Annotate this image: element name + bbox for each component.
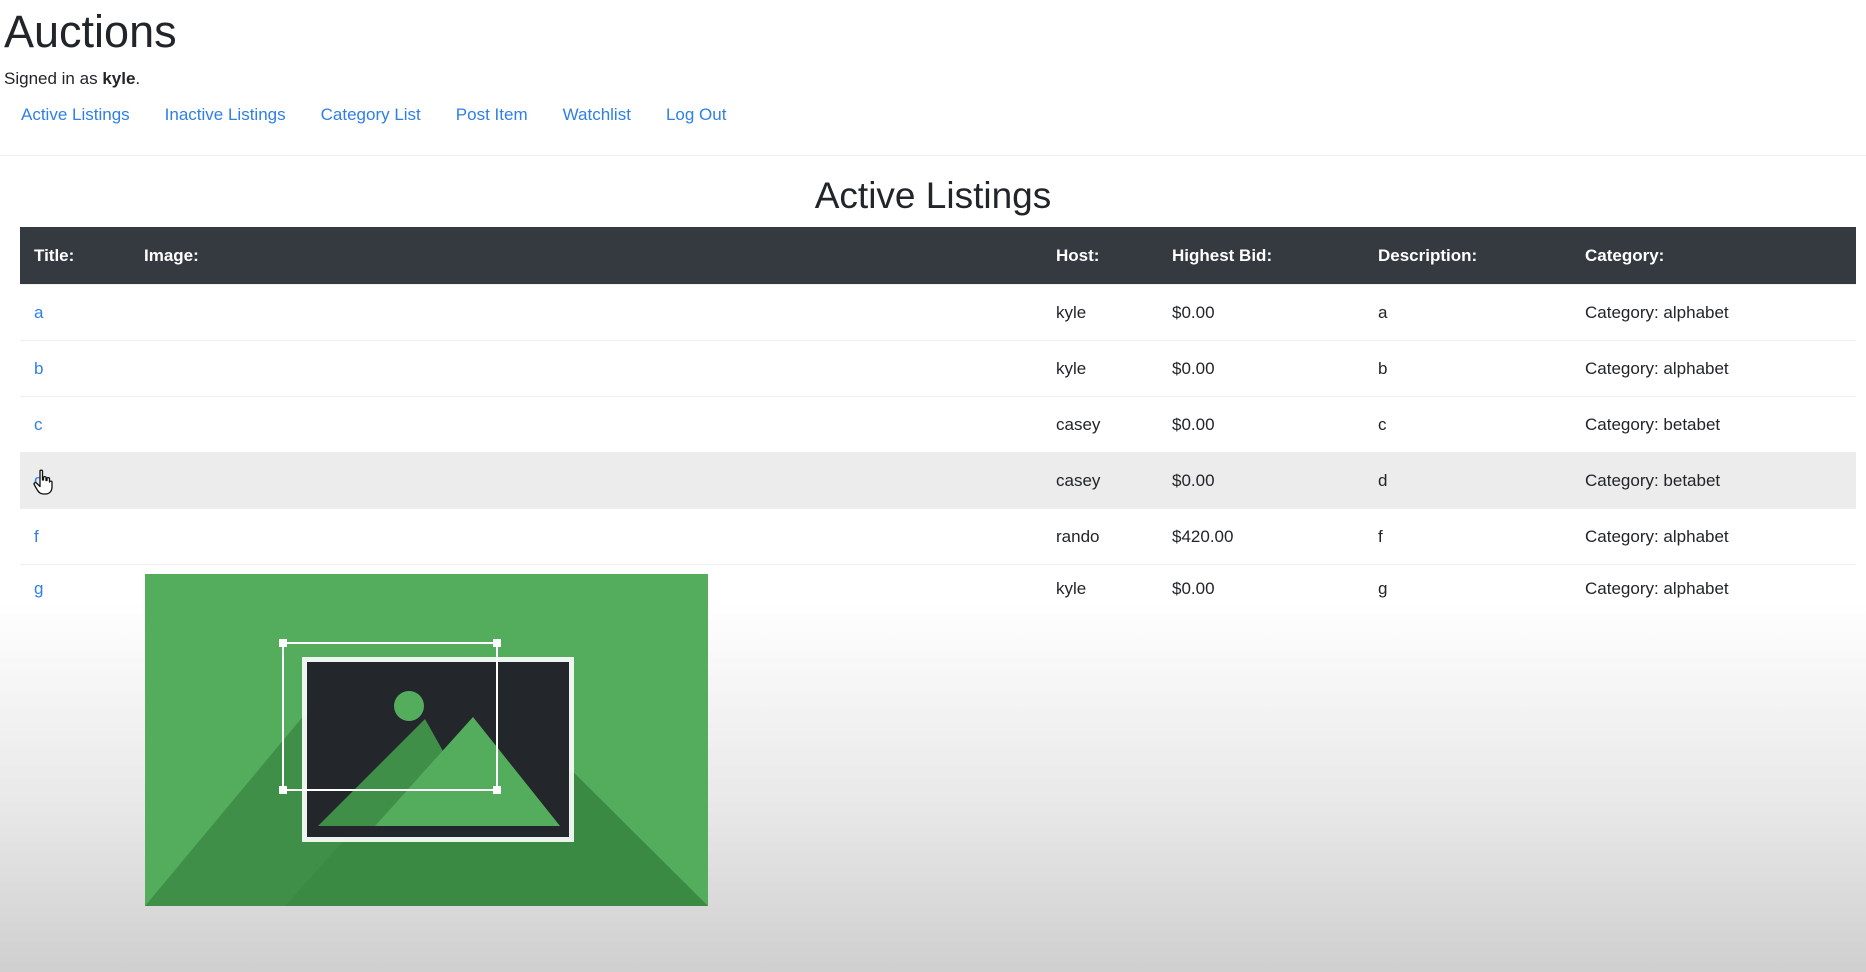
table-row: c casey $0.00 c Category: betabet xyxy=(20,396,1856,453)
cell-host: kyle xyxy=(1042,284,1158,341)
cell-image xyxy=(130,284,1042,341)
cell-description: c xyxy=(1364,396,1571,453)
cell-title: f xyxy=(20,508,130,565)
column-header-category: Category: xyxy=(1571,227,1856,285)
signed-in-username: kyle xyxy=(102,69,136,88)
nav-watchlist[interactable]: Watchlist xyxy=(563,104,631,128)
cell-category: Category: betabet xyxy=(1571,452,1856,509)
nav-active-listings[interactable]: Active Listings xyxy=(21,104,130,128)
main-nav: Active Listings Inactive Listings Catego… xyxy=(21,104,726,128)
cell-host: casey xyxy=(1042,396,1158,453)
cell-title: g xyxy=(20,564,130,634)
cell-category: Category: alphabet xyxy=(1571,340,1856,397)
column-header-description: Description: xyxy=(1364,227,1571,285)
cell-description: b xyxy=(1364,340,1571,397)
nav-log-out[interactable]: Log Out xyxy=(666,104,727,128)
cell-title: d xyxy=(20,452,130,509)
cell-image xyxy=(130,452,1042,509)
listing-title-link[interactable]: f xyxy=(34,527,39,546)
cell-image xyxy=(130,396,1042,453)
nav-inactive-listings[interactable]: Inactive Listings xyxy=(165,104,286,128)
cell-category: Category: betabet xyxy=(1571,396,1856,453)
cell-highest-bid: $0.00 xyxy=(1158,452,1364,509)
column-header-host: Host: xyxy=(1042,227,1158,285)
listing-image xyxy=(145,574,708,906)
listing-title-link[interactable]: a xyxy=(34,303,43,322)
signed-in-suffix: . xyxy=(135,69,141,88)
column-header-highest-bid: Highest Bid: xyxy=(1158,227,1364,285)
cell-host: casey xyxy=(1042,452,1158,509)
cell-highest-bid: $0.00 xyxy=(1158,564,1364,634)
column-header-image: Image: xyxy=(130,227,1042,285)
cell-title: c xyxy=(20,396,130,453)
site-title: Auctions xyxy=(4,6,177,57)
cell-host: rando xyxy=(1042,508,1158,565)
table-row: f rando $420.00 f Category: alphabet xyxy=(20,508,1856,565)
nav-category-list[interactable]: Category List xyxy=(321,104,421,128)
cell-description: d xyxy=(1364,452,1571,509)
cell-highest-bid: $0.00 xyxy=(1158,284,1364,341)
cell-description: a xyxy=(1364,284,1571,341)
listing-title-link[interactable]: c xyxy=(34,415,43,434)
nav-post-item[interactable]: Post Item xyxy=(456,104,528,128)
cell-title: a xyxy=(20,284,130,341)
cell-host: kyle xyxy=(1042,340,1158,397)
cell-image xyxy=(130,508,1042,565)
cell-description: g xyxy=(1364,564,1571,634)
signed-in-prefix: Signed in as xyxy=(4,69,98,88)
cell-highest-bid: $0.00 xyxy=(1158,396,1364,453)
table-row: a kyle $0.00 a Category: alphabet xyxy=(20,284,1856,341)
table-header-row: Title: Image: Host: Highest Bid: Descrip… xyxy=(20,227,1856,285)
column-header-title: Title: xyxy=(20,227,130,285)
cell-highest-bid: $0.00 xyxy=(1158,340,1364,397)
cell-category: Category: alphabet xyxy=(1571,564,1856,634)
table-row: b kyle $0.00 b Category: alphabet xyxy=(20,340,1856,397)
site-header: Auctions Signed in as kyle. Active Listi… xyxy=(0,0,1866,156)
cell-image xyxy=(130,340,1042,397)
listing-title-link[interactable]: b xyxy=(34,359,43,378)
cell-category: Category: alphabet xyxy=(1571,284,1856,341)
cell-description: f xyxy=(1364,508,1571,565)
cell-category: Category: alphabet xyxy=(1571,508,1856,565)
table-row-hovered: d casey $0.00 d Category: betabet xyxy=(20,452,1856,509)
cell-highest-bid: $420.00 xyxy=(1158,508,1364,565)
image-placeholder-icon xyxy=(145,574,708,906)
page-title: Active Listings xyxy=(814,175,1052,216)
cell-host: kyle xyxy=(1042,564,1158,634)
listings-table: Title: Image: Host: Highest Bid: Descrip… xyxy=(20,227,1856,634)
cell-title: b xyxy=(20,340,130,397)
listing-title-link[interactable]: g xyxy=(34,579,43,598)
listing-title-link[interactable]: d xyxy=(34,471,43,490)
signed-in-status: Signed in as kyle. xyxy=(4,69,140,89)
